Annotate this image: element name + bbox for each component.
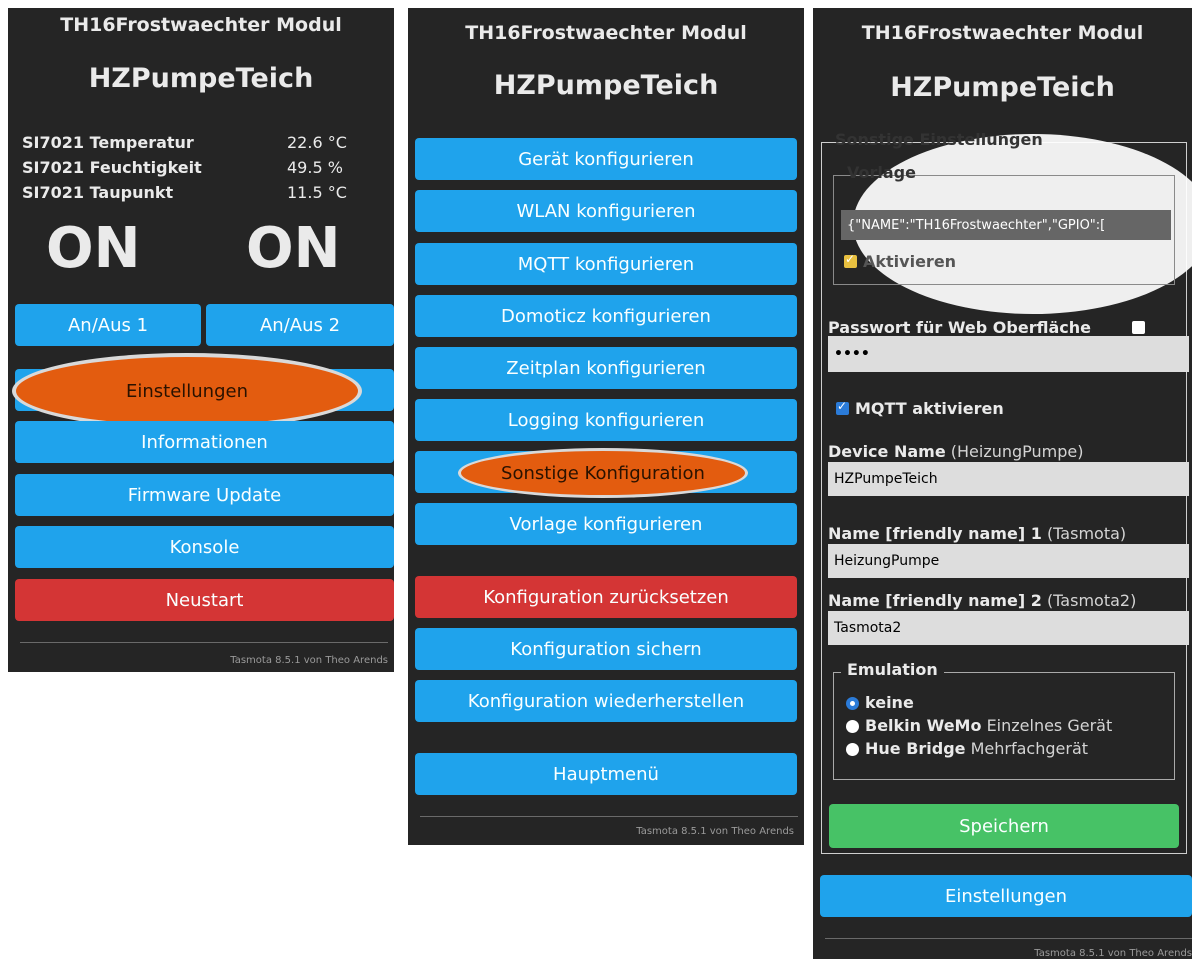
emulation-wemo-radio[interactable] [846, 720, 859, 733]
settings-button[interactable]: Einstellungen [820, 875, 1192, 917]
sensor-name: SI7021 Temperatur [22, 133, 194, 152]
sensor-value: 11.5 °C [287, 183, 347, 202]
footer-text: Tasmota 8.5.1 von Theo Arends [230, 655, 388, 666]
emulation-option-desc: Einzelnes Gerät [986, 716, 1113, 735]
friendly-name-2-label-text: Name [friendly name] 2 [828, 591, 1042, 610]
sensor-value: 49.5 % [287, 158, 343, 177]
friendly-name-1-input[interactable]: HeizungPumpe [828, 544, 1189, 578]
footer-text: Tasmota 8.5.1 von Theo Arends [1034, 948, 1192, 959]
main-screen-panel: TH16Frostwaechter Modul HZPumpeTeich SI7… [8, 8, 394, 672]
device-title: HZPumpeTeich [493, 70, 719, 101]
config-menu-panel: TH16Frostwaechter Modul HZPumpeTeich Ger… [408, 8, 804, 845]
mqtt-enable-label-text: MQTT aktivieren [855, 399, 1004, 418]
friendly-name-1-label-text: Name [friendly name] 1 [828, 524, 1042, 543]
device-name-hint: (HeizungPumpe) [950, 442, 1084, 461]
friendly-name-2-label: Name [friendly name] 2 (Tasmota2) [828, 591, 1136, 610]
friendly-name-1-label: Name [friendly name] 1 (Tasmota) [828, 524, 1126, 543]
toggle-2-button[interactable]: An/Aus 2 [206, 304, 394, 346]
footer-divider [825, 938, 1192, 939]
restore-config-button[interactable]: Konfiguration wiederherstellen [415, 680, 797, 722]
logging-config-button[interactable]: Logging konfigurieren [415, 399, 797, 441]
other-config-button-highlight[interactable]: Sonstige Konfiguration [458, 448, 748, 498]
reset-config-button[interactable]: Konfiguration zurücksetzen [415, 576, 797, 618]
emulation-wemo-label: Belkin WeMo Einzelnes Gerät [865, 716, 1112, 735]
sensor-name: SI7021 Taupunkt [22, 183, 174, 202]
emulation-hue-radio[interactable] [846, 743, 859, 756]
emulation-hue-label: Hue Bridge Mehrfachgerät [865, 739, 1088, 758]
device-name-label-text: Device Name [828, 442, 946, 461]
footer-divider [20, 642, 388, 643]
device-title: HZPumpeTeich [88, 63, 314, 94]
save-button[interactable]: Speichern [829, 804, 1179, 848]
friendly-name-1-hint: (Tasmota) [1046, 524, 1127, 543]
emulation-option-name: Belkin WeMo [865, 716, 982, 735]
emulation-option-name: Hue Bridge [865, 739, 966, 758]
show-password-checkbox[interactable] [1132, 321, 1145, 334]
template-legend: Vorlage [847, 163, 916, 182]
other-settings-legend: Sonstige Einstellungen [835, 130, 1043, 149]
main-menu-button[interactable]: Hauptmenü [415, 753, 797, 795]
emulation-legend: Emulation [841, 660, 944, 679]
mqtt-config-button[interactable]: MQTT konfigurieren [415, 243, 797, 285]
wlan-config-button[interactable]: WLAN konfigurieren [415, 190, 797, 232]
emulation-none-radio[interactable] [846, 697, 859, 710]
power-state-2: ON [246, 216, 341, 281]
firmware-update-button[interactable]: Firmware Update [15, 474, 394, 516]
sensor-name: SI7021 Feuchtigkeit [22, 158, 202, 177]
backup-config-button[interactable]: Konfiguration sichern [415, 628, 797, 670]
device-config-button[interactable]: Gerät konfigurieren [415, 138, 797, 180]
module-title: TH16Frostwaechter Modul [465, 22, 747, 44]
info-button[interactable]: Informationen [15, 421, 394, 463]
template-input[interactable]: {"NAME":"TH16Frostwaechter","GPIO":[ [841, 210, 1171, 240]
footer-divider [420, 816, 798, 817]
footer-text: Tasmota 8.5.1 von Theo Arends [636, 826, 794, 837]
template-config-button[interactable]: Vorlage konfigurieren [415, 503, 797, 545]
emulation-option-desc: Mehrfachgerät [970, 739, 1089, 758]
toggle-1-button[interactable]: An/Aus 1 [15, 304, 201, 346]
mqtt-enable-checkbox[interactable] [836, 399, 849, 415]
device-name-input[interactable]: HZPumpeTeich [828, 462, 1189, 496]
module-title: TH16Frostwaechter Modul [60, 14, 342, 36]
password-input[interactable]: •••• [828, 336, 1189, 372]
friendly-name-2-input[interactable]: Tasmota2 [828, 611, 1189, 645]
domoticz-config-button[interactable]: Domoticz konfigurieren [415, 295, 797, 337]
device-name-label: Device Name (HeizungPumpe) [828, 442, 1084, 461]
password-label-text: Passwort für Web Oberfläche [828, 318, 1091, 337]
sensor-value: 22.6 °C [287, 133, 347, 152]
console-button[interactable]: Konsole [15, 526, 394, 568]
settings-button-highlight[interactable]: Einstellungen [12, 353, 362, 429]
friendly-name-2-hint: (Tasmota2) [1046, 591, 1137, 610]
other-settings-panel: TH16Frostwaechter Modul HZPumpeTeich Son… [813, 8, 1192, 959]
activate-checkbox[interactable] [844, 252, 857, 268]
mqtt-enable-label: MQTT aktivieren [855, 399, 1004, 418]
activate-label: Aktivieren [863, 252, 957, 271]
emulation-option-name: keine [865, 693, 914, 712]
emulation-none-label: keine [865, 693, 914, 712]
restart-button[interactable]: Neustart [15, 579, 394, 621]
power-state-1: ON [46, 216, 141, 281]
device-title: HZPumpeTeich [890, 72, 1115, 103]
password-label: Passwort für Web Oberfläche [828, 318, 1091, 337]
timer-config-button[interactable]: Zeitplan konfigurieren [415, 347, 797, 389]
module-title: TH16Frostwaechter Modul [861, 22, 1144, 44]
